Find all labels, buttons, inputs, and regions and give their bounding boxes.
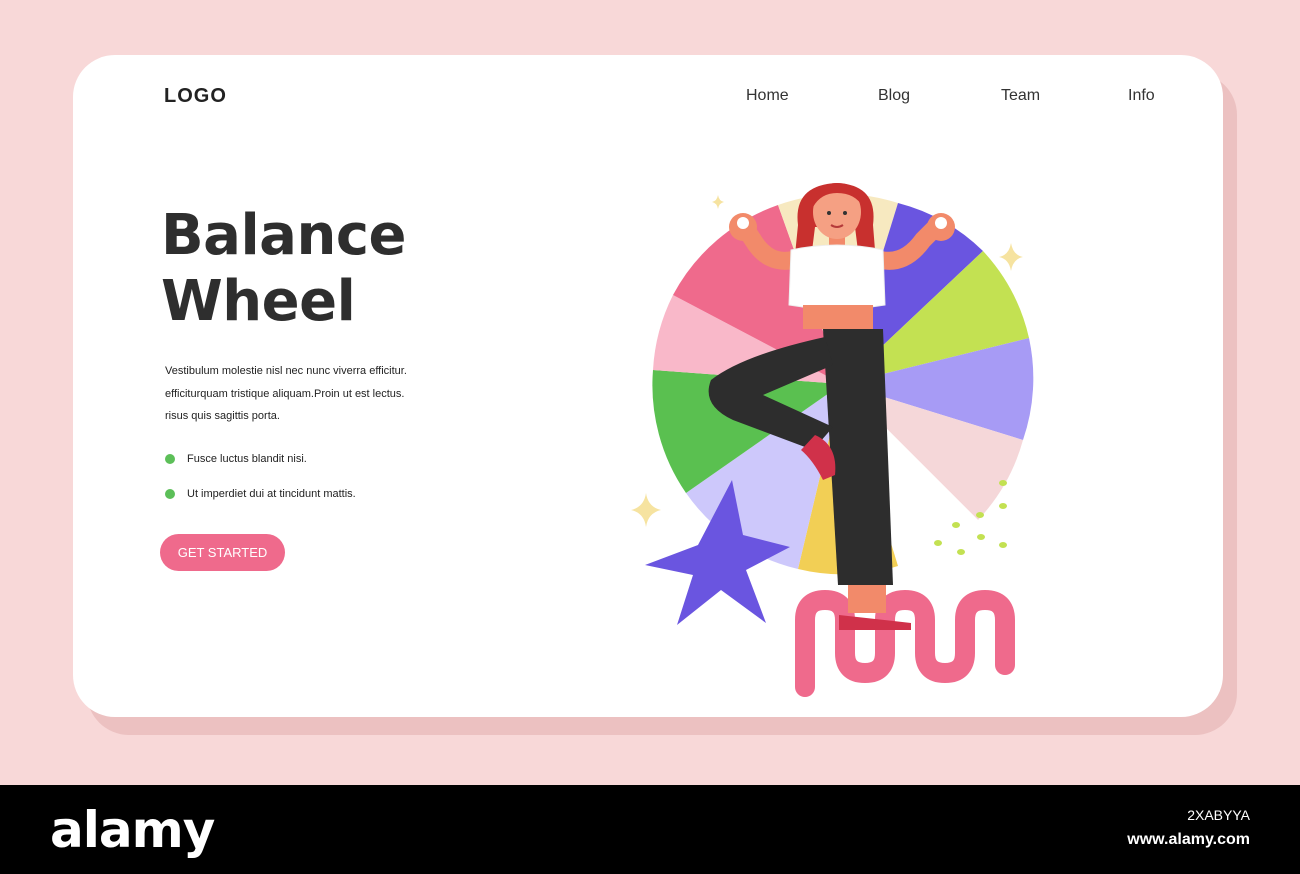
feature-text: Fusce luctus blandit nisi. xyxy=(187,453,307,465)
title-line-1: Balance xyxy=(161,203,407,268)
footer-url: www.alamy.com xyxy=(1127,831,1250,848)
landing-card: LOGO Home Blog Team Info Balance Wheel V… xyxy=(73,55,1223,717)
image-id: 2XABYYA xyxy=(1187,807,1250,823)
sparkle-icon xyxy=(631,493,661,527)
nav-blog[interactable]: Blog xyxy=(878,87,910,105)
top-nav: Home Blog Team Info xyxy=(73,87,1223,111)
title-line-2: Wheel xyxy=(161,269,356,334)
nav-home[interactable]: Home xyxy=(746,87,789,105)
description-line: Vestibulum molestie nisl nec nunc viverr… xyxy=(165,365,407,377)
balance-wheel-illustration xyxy=(631,183,1034,697)
watermark-footer: alamy 2XABYYA www.alamy.com xyxy=(0,785,1300,874)
sparkle-icon xyxy=(712,195,724,209)
feature-text: Ut imperdiet dui at tincidunt mattis. xyxy=(187,488,356,500)
bullet-dot-icon xyxy=(165,489,175,499)
squiggle-shape-icon xyxy=(795,590,1015,697)
alamy-logo: alamy xyxy=(50,801,215,859)
page-title: Balance Wheel xyxy=(161,203,407,335)
feature-list: Fusce luctus blandit nisi. Ut imperdiet … xyxy=(165,450,356,520)
feature-item: Ut imperdiet dui at tincidunt mattis. xyxy=(165,485,356,520)
description-line: risus quis sagittis porta. xyxy=(165,410,280,422)
nav-info[interactable]: Info xyxy=(1128,87,1155,105)
sparkle-icon xyxy=(999,243,1023,271)
hero-description: Vestibulum molestie nisl nec nunc viverr… xyxy=(165,360,435,428)
bullet-dot-icon xyxy=(165,454,175,464)
description-line: efficiturquam tristique aliquam.Proin ut… xyxy=(165,387,405,400)
nav-team[interactable]: Team xyxy=(1001,87,1040,105)
feature-item: Fusce luctus blandit nisi. xyxy=(165,450,356,485)
get-started-button[interactable]: GET STARTED xyxy=(160,534,285,571)
